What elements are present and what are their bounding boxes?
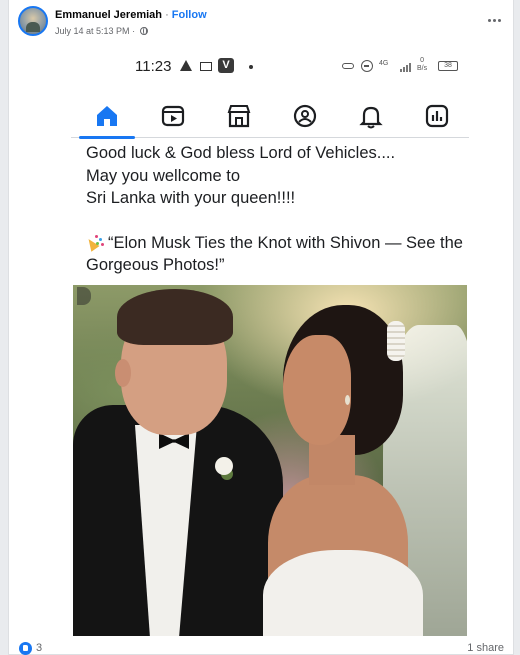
bride-face (283, 335, 351, 445)
status-time: 11:23 (135, 58, 172, 75)
groom-hair (117, 289, 233, 345)
battery-icon: 38 (438, 61, 458, 71)
author-name[interactable]: Emmanuel Jeremiah (55, 9, 162, 21)
reaction-count[interactable]: 3 (36, 642, 42, 654)
tab-notifications[interactable] (343, 94, 399, 138)
carousel-prev-icon[interactable] (77, 287, 91, 305)
dashboard-icon (425, 104, 449, 128)
tab-groups[interactable] (277, 94, 333, 138)
globe-icon (139, 27, 148, 35)
separator-dot: · (165, 9, 169, 21)
signal-bars-icon (400, 62, 416, 72)
wedding-photo[interactable] (73, 285, 467, 636)
groups-icon (293, 104, 317, 128)
author-line: Emmanuel Jeremiah · Follow (55, 9, 207, 21)
post-timestamp[interactable]: July 14 at 5:13 PM (55, 26, 130, 36)
like-reaction-icon[interactable] (19, 642, 32, 655)
earring (345, 395, 350, 405)
text-line-3: Sri Lanka with your queen!!!! (86, 189, 296, 207)
groom-ear (115, 359, 131, 387)
screenshot-post-text: Good luck & God bless Lord of Vehicles..… (86, 142, 486, 277)
boutonniere (215, 457, 233, 475)
do-not-disturb-icon (361, 60, 373, 72)
hair-ornament (387, 321, 405, 361)
v-app-icon: V (218, 58, 234, 73)
network-speed: 0 B/s (417, 57, 427, 73)
key-icon (342, 63, 354, 69)
author-avatar[interactable] (18, 6, 48, 36)
signal-4g-icon: 4G (379, 60, 389, 67)
share-count[interactable]: 1 share (467, 642, 504, 654)
bell-icon (359, 106, 383, 129)
text-line-2: May you wellcome to (86, 166, 241, 185)
dot-icon (249, 65, 253, 69)
headline-text: “Elon Musk Ties the Knot with Shivon — S… (86, 233, 463, 275)
video-icon (161, 105, 185, 127)
post-meta: July 14 at 5:13 PM · (55, 26, 148, 36)
more-options-icon[interactable] (485, 12, 503, 28)
tab-dashboard[interactable] (409, 94, 465, 138)
tab-home[interactable] (79, 94, 135, 139)
shared-screenshot[interactable]: 11:23 V 4G 0 B/s 38 Good luck & God bles… (11, 44, 511, 636)
headline-line: “Elon Musk Ties the Knot with Shivon — S… (86, 232, 486, 277)
warning-icon (180, 60, 192, 71)
party-popper-icon (86, 234, 104, 250)
post-footer: 3 1 share (9, 636, 513, 655)
phone-status-bar: 11:23 V 4G 0 B/s 38 (11, 54, 511, 78)
home-icon (97, 106, 117, 126)
facebook-post: Emmanuel Jeremiah · Follow July 14 at 5:… (8, 0, 514, 655)
text-line-1: Good luck & God bless Lord of Vehicles..… (86, 144, 396, 162)
app-tab-bar (71, 94, 469, 139)
network-speed-value: 0 (420, 57, 425, 64)
network-speed-unit: B/s (417, 65, 428, 72)
wedding-dress (263, 550, 423, 636)
follow-button[interactable]: Follow (172, 9, 207, 21)
meta-separator: · (132, 26, 136, 36)
marketplace-icon (227, 105, 251, 128)
tab-video[interactable] (145, 94, 201, 138)
message-icon (200, 62, 212, 71)
post-header: Emmanuel Jeremiah · Follow July 14 at 5:… (9, 0, 513, 44)
tab-marketplace[interactable] (211, 94, 267, 138)
